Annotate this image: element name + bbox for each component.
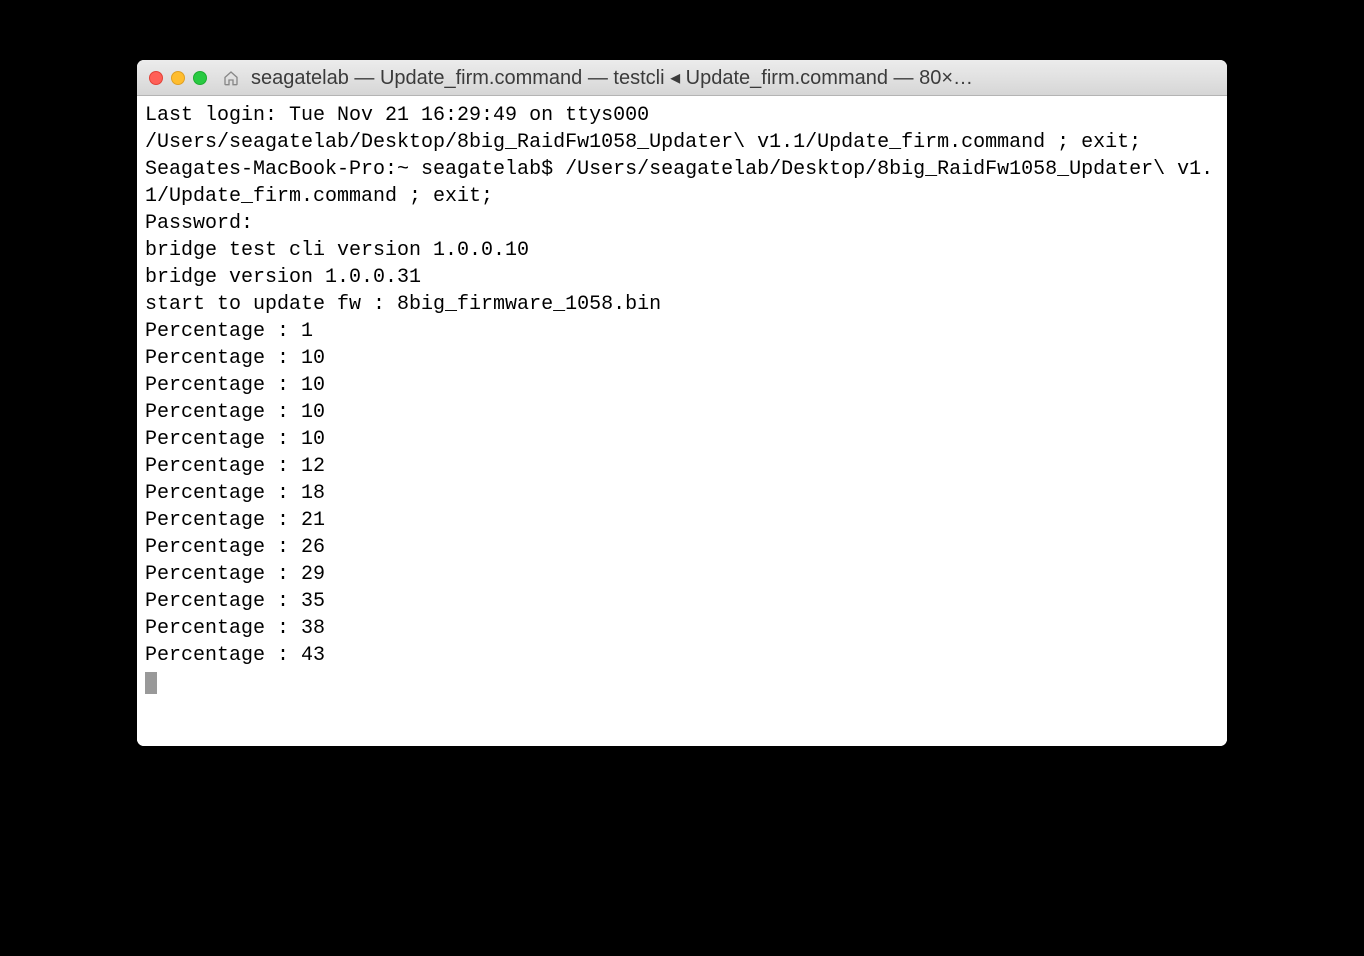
terminal-line: bridge version 1.0.0.31 bbox=[145, 266, 421, 289]
window-controls bbox=[149, 71, 207, 85]
close-button[interactable] bbox=[149, 71, 163, 85]
percentage-line: Percentage : 12 bbox=[145, 455, 325, 478]
percentage-line: Percentage : 1 bbox=[145, 320, 313, 343]
minimize-button[interactable] bbox=[171, 71, 185, 85]
percentage-line: Percentage : 21 bbox=[145, 509, 325, 532]
window-title: seagatelab — Update_firm.command — testc… bbox=[249, 65, 1215, 90]
terminal-line: Seagates-MacBook-Pro:~ seagatelab$ /User… bbox=[145, 158, 1213, 208]
maximize-button[interactable] bbox=[193, 71, 207, 85]
percentage-line: Percentage : 10 bbox=[145, 374, 325, 397]
percentage-line: Percentage : 35 bbox=[145, 590, 325, 613]
terminal-line: Password: bbox=[145, 212, 253, 235]
terminal-line: start to update fw : 8big_firmware_1058.… bbox=[145, 293, 661, 316]
percentage-line: Percentage : 10 bbox=[145, 428, 325, 451]
percentage-line: Percentage : 38 bbox=[145, 617, 325, 640]
cursor bbox=[145, 672, 157, 694]
percentage-line: Percentage : 26 bbox=[145, 536, 325, 559]
percentage-line: Percentage : 29 bbox=[145, 563, 325, 586]
percentage-line: Percentage : 10 bbox=[145, 401, 325, 424]
terminal-line: bridge test cli version 1.0.0.10 bbox=[145, 239, 529, 262]
percentage-line: Percentage : 10 bbox=[145, 347, 325, 370]
terminal-window: seagatelab — Update_firm.command — testc… bbox=[137, 60, 1227, 746]
percentage-line: Percentage : 43 bbox=[145, 644, 325, 667]
terminal-line: /Users/seagatelab/Desktop/8big_RaidFw105… bbox=[145, 131, 1141, 154]
home-icon bbox=[223, 70, 239, 86]
terminal-line: Last login: Tue Nov 21 16:29:49 on ttys0… bbox=[145, 104, 649, 127]
titlebar[interactable]: seagatelab — Update_firm.command — testc… bbox=[137, 60, 1227, 96]
percentage-line: Percentage : 18 bbox=[145, 482, 325, 505]
terminal-content[interactable]: Last login: Tue Nov 21 16:29:49 on ttys0… bbox=[137, 96, 1227, 746]
